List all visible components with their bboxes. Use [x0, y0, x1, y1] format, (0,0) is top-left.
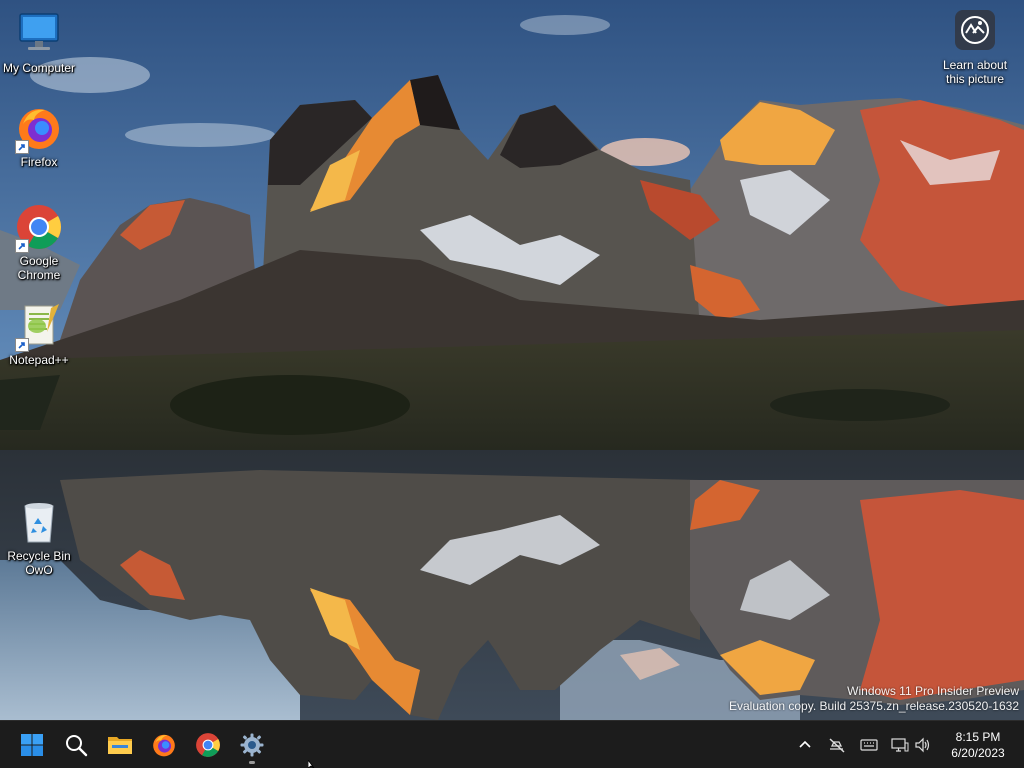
input-indicator-button[interactable]: [858, 734, 880, 756]
desktop-icon-recycle-bin[interactable]: Recycle Bin OwO: [0, 498, 78, 577]
show-hidden-icons-button[interactable]: [794, 734, 816, 756]
desktop-icon-my-computer[interactable]: My Computer: [0, 10, 78, 75]
recycle-bin-icon: [15, 498, 63, 546]
chrome-icon: [15, 203, 63, 253]
folder-icon: [108, 737, 132, 754]
shortcut-arrow-icon: [15, 140, 29, 154]
camera-aperture-icon: [961, 16, 989, 44]
clock-button[interactable]: 8:15 PM 6/20/2023: [938, 729, 1018, 761]
volume-icon: [915, 737, 930, 753]
learn-about-picture-label: Learn about this picture: [942, 58, 1008, 86]
chrome-icon: [196, 733, 220, 757]
display-status-button[interactable]: [889, 734, 911, 756]
watermark-build: Evaluation copy. Build 25375.zn_release.…: [729, 699, 1019, 713]
mouse-cursor-icon: [308, 760, 315, 768]
learn-about-picture-button[interactable]: [955, 10, 995, 50]
running-indicator: [249, 761, 255, 764]
desktop-icon-firefox[interactable]: Firefox: [0, 104, 78, 169]
clock-time: 8:15 PM: [955, 730, 1001, 744]
keyboard-icon: [860, 739, 878, 751]
shortcut-arrow-icon: [15, 239, 29, 253]
desktop-icon-label: Google Chrome: [17, 254, 61, 282]
chrome-taskbar-button[interactable]: [188, 725, 228, 765]
desktop-icon-notepadpp[interactable]: Notepad++: [0, 302, 78, 367]
volume-button[interactable]: [912, 734, 934, 756]
clock-date: 6/20/2023: [951, 746, 1005, 760]
gear-icon: [240, 733, 264, 757]
desktop-wallpaper: [0, 0, 1024, 720]
desktop-icon-label: Notepad++: [9, 353, 69, 367]
search-button[interactable]: [56, 725, 96, 765]
learn-about-picture[interactable]: Learn about this picture: [932, 10, 1018, 86]
firefox-icon: [15, 104, 63, 154]
desktop-icon-label: Recycle Bin OwO: [7, 549, 71, 577]
search-icon: [66, 735, 88, 757]
display-icon: [891, 738, 909, 752]
shortcut-arrow-icon: [15, 338, 29, 352]
desktop-icon-label: My Computer: [2, 61, 76, 75]
settings-taskbar-button[interactable]: [232, 725, 272, 765]
evaluation-watermark: Windows 11 Pro Insider Preview Evaluatio…: [729, 684, 1019, 714]
notepadpp-icon: [15, 302, 63, 352]
firefox-taskbar-button[interactable]: [144, 725, 184, 765]
start-button[interactable]: [12, 725, 52, 765]
taskbar: 8:15 PM 6/20/2023: [0, 720, 1024, 768]
watermark-edition: Windows 11 Pro Insider Preview: [847, 684, 1019, 698]
monitor-icon: [15, 10, 63, 58]
chevron-up-icon: [799, 740, 811, 748]
desktop-icon-chrome[interactable]: Google Chrome: [0, 203, 78, 282]
firefox-icon: [153, 734, 175, 757]
network-status-button[interactable]: [826, 734, 848, 756]
desktop-icon-label: Firefox: [20, 155, 58, 169]
file-explorer-button[interactable]: [100, 725, 140, 765]
windows-icon: [21, 734, 43, 756]
network-offline-icon: [829, 738, 845, 753]
